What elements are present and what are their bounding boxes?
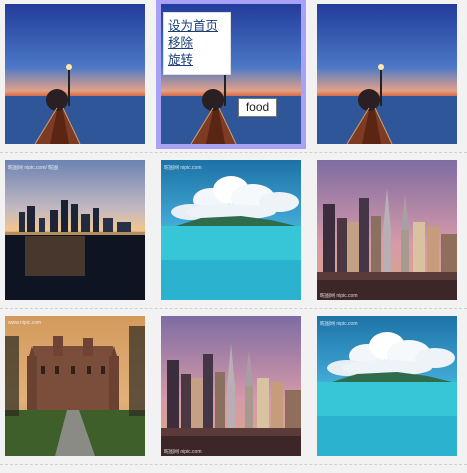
watermark: 昵图网 nipic.com [164,449,202,455]
tile-image [317,316,457,456]
gallery-tile-island[interactable]: 昵图网 nipic.com [161,160,301,300]
menu-item-set-homepage[interactable]: 设为首页 [168,17,230,34]
tile-image [317,160,457,300]
tile-image [5,4,145,144]
tile-image [161,160,301,300]
row-divider [0,308,467,309]
gallery-tile-city-purple[interactable]: 昵图网 nipic.com [317,160,457,300]
tile-image [317,4,457,144]
watermark: 昵图网 nipic.com [164,165,202,171]
image-gallery: 昵图网 nipic.com/ 昵图 昵图网 nipic.com 昵图网 nipi… [0,0,467,473]
gallery-tile-pier-1[interactable] [5,4,145,144]
menu-item-rotate[interactable]: 旋转 [168,51,230,68]
tile-image [5,160,145,300]
gallery-tile-city-purple[interactable]: 昵图网 nipic.com [161,316,301,456]
tile-image [161,316,301,456]
row-divider [0,152,467,153]
tile-context-menu: 设为首页 移除 旋转 [163,12,231,75]
gallery-tile-pier-3[interactable] [317,4,457,144]
gallery-tile-castle[interactable]: www.nipic.com [5,316,145,456]
row-divider [0,464,467,465]
watermark: 昵图网 nipic.com [320,293,358,299]
watermark: www.nipic.com [8,320,42,326]
gallery-tile-city-waterfront[interactable]: 昵图网 nipic.com/ 昵图 [5,160,145,300]
tile-image [5,316,145,456]
watermark: 昵图网 nipic.com [320,321,358,327]
watermark: 昵图网 nipic.com/ 昵图 [8,165,59,171]
tag-label: food [238,98,277,117]
gallery-tile-island[interactable]: 昵图网 nipic.com [317,316,457,456]
menu-item-remove[interactable]: 移除 [168,34,230,51]
